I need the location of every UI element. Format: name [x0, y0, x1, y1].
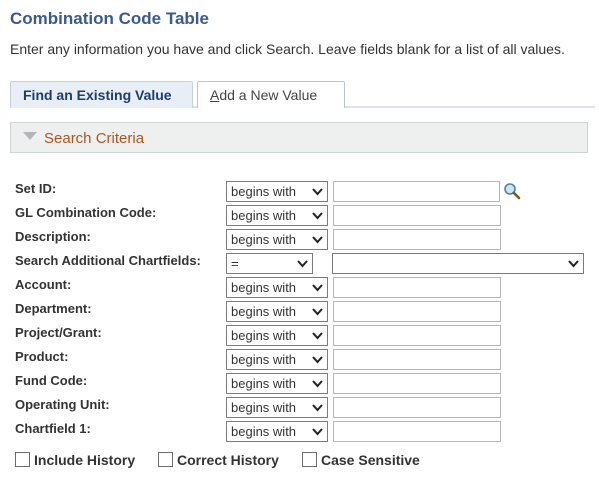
search-additional-chartfields-operator-select[interactable]: =: [226, 253, 313, 274]
account-input[interactable]: [333, 277, 501, 298]
search-additional-chartfields-operator-value: =: [231, 256, 239, 271]
project-grant-operator-value: begins with: [231, 328, 297, 343]
page-instructions: Enter any information you have and click…: [10, 41, 565, 57]
row-search-additional-chartfields: Search Additional Chartfields: =: [0, 253, 599, 277]
account-label: Account:: [15, 277, 72, 292]
tab-find-existing-value[interactable]: Find an Existing Value: [10, 81, 193, 108]
chevron-down-icon: [312, 308, 323, 316]
operating-unit-label: Operating Unit:: [15, 397, 110, 412]
chevron-down-icon: [312, 284, 323, 292]
search-additional-chartfields-label: Search Additional Chartfields:: [15, 253, 201, 268]
row-chartfield-1: Chartfield 1: begins with: [0, 421, 599, 445]
department-input[interactable]: [333, 301, 501, 322]
checkbox-box[interactable]: [158, 452, 173, 467]
fund-code-input[interactable]: [333, 373, 501, 394]
operating-unit-input[interactable]: [333, 397, 501, 418]
set-id-operator-select[interactable]: begins with: [226, 181, 328, 202]
operating-unit-operator-value: begins with: [231, 400, 297, 415]
chevron-down-icon: [312, 380, 323, 388]
description-label: Description:: [15, 229, 91, 244]
gl-combination-code-operator-value: begins with: [231, 208, 297, 223]
chartfield-1-label: Chartfield 1:: [15, 421, 91, 436]
tab-add-new-value[interactable]: Add a New Value: [197, 81, 345, 108]
row-project-grant: Project/Grant: begins with: [0, 325, 599, 349]
fund-code-operator-value: begins with: [231, 376, 297, 391]
set-id-input[interactable]: [333, 181, 500, 202]
account-operator-select[interactable]: begins with: [226, 277, 328, 298]
project-grant-input[interactable]: [333, 325, 501, 346]
project-grant-label: Project/Grant:: [15, 325, 102, 340]
row-department: Department: begins with: [0, 301, 599, 325]
chevron-down-icon: [312, 236, 323, 244]
correct-history-label: Correct History: [177, 452, 279, 468]
chevron-down-icon: [312, 356, 323, 364]
description-operator-select[interactable]: begins with: [226, 229, 328, 250]
search-options: Include History Correct History Case Sen…: [0, 451, 599, 471]
operating-unit-operator-select[interactable]: begins with: [226, 397, 328, 418]
chevron-down-icon: [312, 212, 323, 220]
chartfield-1-operator-value: begins with: [231, 424, 297, 439]
product-operator-value: begins with: [231, 352, 297, 367]
description-operator-value: begins with: [231, 232, 297, 247]
department-operator-select[interactable]: begins with: [226, 301, 328, 322]
row-gl-combination-code: GL Combination Code: begins with: [0, 205, 599, 229]
department-operator-value: begins with: [231, 304, 297, 319]
case-sensitive-label: Case Sensitive: [321, 452, 420, 468]
page-title: Combination Code Table: [10, 9, 209, 28]
lookup-magnifier-icon[interactable]: [503, 182, 521, 200]
checkbox-box[interactable]: [302, 452, 317, 467]
chevron-down-icon: [312, 332, 323, 340]
set-id-label: Set ID:: [15, 181, 57, 196]
chevron-down-icon: [312, 404, 323, 412]
search-criteria-header[interactable]: Search Criteria: [10, 122, 588, 153]
include-history-label: Include History: [34, 452, 136, 468]
row-account: Account: begins with: [0, 277, 599, 301]
gl-combination-code-operator-select[interactable]: begins with: [226, 205, 328, 226]
search-criteria-label: Search Criteria: [44, 130, 145, 147]
chevron-down-icon: [312, 188, 323, 196]
tab-add-label: dd a New Value: [219, 87, 318, 103]
description-input[interactable]: [333, 229, 501, 250]
checkbox-box[interactable]: [15, 452, 30, 467]
search-tabs: Find an Existing Value Add a New Value: [10, 81, 595, 108]
product-label: Product:: [15, 349, 69, 364]
row-description: Description: begins with: [0, 229, 599, 253]
row-set-id: Set ID: begins with: [0, 181, 599, 205]
chartfield-1-input[interactable]: [333, 421, 501, 442]
row-product: Product: begins with: [0, 349, 599, 373]
chartfield-1-operator-select[interactable]: begins with: [226, 421, 328, 442]
product-operator-select[interactable]: begins with: [226, 349, 328, 370]
gl-combination-code-input[interactable]: [333, 205, 501, 226]
chevron-down-icon: [297, 260, 308, 268]
set-id-operator-value: begins with: [231, 184, 297, 199]
department-label: Department:: [15, 301, 92, 316]
search-additional-chartfields-select[interactable]: [332, 253, 584, 274]
collapse-triangle-icon[interactable]: [23, 132, 37, 140]
project-grant-operator-select[interactable]: begins with: [226, 325, 328, 346]
fund-code-label: Fund Code:: [15, 373, 88, 388]
gl-combination-code-label: GL Combination Code:: [15, 205, 157, 220]
row-operating-unit: Operating Unit: begins with: [0, 397, 599, 421]
tab-add-accesskey: A: [210, 87, 220, 103]
fund-code-operator-select[interactable]: begins with: [226, 373, 328, 394]
account-operator-value: begins with: [231, 280, 297, 295]
product-input[interactable]: [333, 349, 501, 370]
row-fund-code: Fund Code: begins with: [0, 373, 599, 397]
chevron-down-icon: [312, 428, 323, 436]
chevron-down-icon: [568, 260, 579, 268]
